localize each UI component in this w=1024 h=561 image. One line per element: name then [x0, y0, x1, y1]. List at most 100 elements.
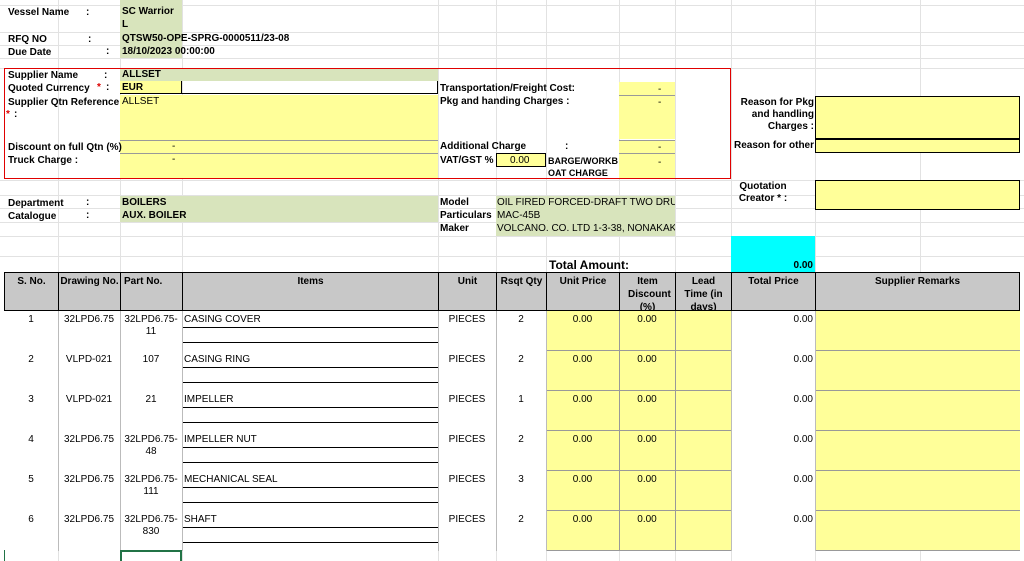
row-drawing-no: 32LPD6.75 [63, 314, 115, 325]
rfq-value[interactable]: QTSW50-OPE-SPRG-0000511/23-08 [122, 33, 289, 45]
reason-other-label: Reason for other [734, 140, 815, 151]
lead-time-field[interactable] [675, 391, 731, 431]
quotation-creator-label: Quotation Creator * : [738, 181, 788, 204]
header-total-price: Total Price [731, 272, 816, 311]
model-label: Model [440, 197, 469, 208]
row-part-no-line2: 830 [142, 526, 160, 537]
header-supplier-remarks: Supplier Remarks [815, 272, 1020, 311]
table-row: 2 VLPD-021 107 CASING RING PIECES 2 0.00 0.00 0.… [4, 351, 1020, 391]
department-colon: : [86, 197, 90, 208]
lead-time-field[interactable] [675, 311, 731, 351]
total-amount-value: 0.00 [793, 260, 813, 271]
row-qty: 2 [518, 514, 524, 525]
item-line-2 [182, 448, 438, 463]
reason-pkg-field[interactable] [815, 96, 1020, 139]
column-divider [182, 351, 183, 391]
item-line-2 [182, 488, 438, 503]
row-item-discount[interactable]: 0.00 [619, 514, 675, 526]
column-divider [815, 431, 816, 471]
item-line-2 [182, 408, 438, 423]
row-unit-price[interactable]: 0.00 [546, 474, 619, 486]
supplier-remarks-field[interactable] [815, 351, 1020, 391]
table-row: 6 32LPD6.75 32LPD6.75- 830 SHAFT PIECES 2 0.00 0… [4, 511, 1020, 551]
row-total-price: 0.00 [793, 354, 813, 365]
table-row: 5 32LPD6.75 32LPD6.75- 111 MECHANICAL SEAL PI… [4, 471, 1020, 511]
item-line-2 [182, 368, 438, 383]
row-unit-price[interactable]: 0.00 [546, 354, 619, 366]
row-unit: PIECES [448, 474, 486, 485]
due-date-colon: : [106, 46, 110, 57]
column-divider [182, 391, 183, 431]
row-item-discount[interactable]: 0.00 [619, 434, 675, 446]
row-marker [4, 550, 5, 561]
row-sno: 4 [28, 434, 34, 445]
row-part-no: 32LPD6.75- [124, 474, 178, 485]
catalogue-value[interactable]: AUX. BOILER [122, 210, 186, 222]
column-divider [815, 511, 816, 551]
column-divider [815, 391, 816, 431]
vessel-colon: : [86, 7, 90, 18]
catalogue-label: Catalogue [8, 211, 57, 222]
supplier-remarks-field[interactable] [815, 431, 1020, 471]
row-drawing-no: 32LPD6.75 [63, 474, 115, 485]
row-part-no: 32LPD6.75- [124, 434, 178, 445]
row-item-discount[interactable]: 0.00 [619, 394, 675, 406]
table-row: 3 VLPD-021 21 IMPELLER PIECES 1 0.00 0.00 0.00 [4, 391, 1020, 431]
maker-label: Maker [440, 223, 469, 234]
row-sno: 3 [28, 394, 34, 405]
supplier-section-frame [4, 68, 731, 179]
lead-time-field[interactable] [675, 431, 731, 471]
particulars-value[interactable]: MAC-45B [497, 210, 540, 222]
quotation-creator-field[interactable] [815, 180, 1020, 210]
column-divider [182, 311, 183, 351]
header-unit: Unit [438, 272, 497, 311]
header-items: Items [182, 272, 439, 311]
row-unit-price[interactable]: 0.00 [546, 434, 619, 446]
selected-cell[interactable] [120, 550, 182, 561]
row-item-name: IMPELLER [184, 394, 234, 405]
rfq-colon: : [88, 34, 92, 45]
row-unit: PIECES [448, 514, 486, 525]
row-item-discount[interactable]: 0.00 [619, 314, 675, 326]
column-divider [815, 471, 816, 511]
supplier-remarks-field[interactable] [815, 311, 1020, 351]
header-unit-price: Unit Price [546, 272, 620, 311]
due-date-value[interactable]: 18/10/2023 00:00:00 [122, 46, 215, 58]
row-item-name: IMPELLER NUT [184, 434, 257, 445]
row-item-name: CASING RING [184, 354, 251, 365]
item-line-2 [182, 528, 438, 543]
vessel-value-line2: L [122, 19, 129, 30]
department-value[interactable]: BOILERS [122, 197, 166, 209]
column-divider [182, 471, 183, 511]
header-rsqt-qty: Rsqt Qty [496, 272, 547, 311]
lead-time-field[interactable] [675, 471, 731, 511]
row-sno: 1 [28, 314, 34, 325]
row-item-discount[interactable]: 0.00 [619, 354, 675, 366]
row-part-no: 32LPD6.75- [124, 314, 178, 325]
reason-other-field[interactable] [815, 139, 1020, 153]
row-unit-price[interactable]: 0.00 [546, 394, 619, 406]
model-value[interactable]: OIL FIRED FORCED-DRAFT TWO DRU [497, 197, 675, 209]
row-qty: 2 [518, 354, 524, 365]
header-lead-time: Lead Time (in days) [675, 272, 732, 311]
row-part-no: 32LPD6.75- [124, 514, 178, 525]
supplier-remarks-field[interactable] [815, 391, 1020, 431]
header-part-no: Part No. [120, 272, 183, 311]
row-drawing-no: 32LPD6.75 [63, 434, 115, 445]
row-part-no-line2: 11 [145, 326, 157, 337]
vessel-value[interactable]: SC Warrior [122, 6, 174, 18]
row-sno: 6 [28, 514, 34, 525]
supplier-remarks-field[interactable] [815, 471, 1020, 511]
maker-value[interactable]: VOLCANO. CO. LTD 1-3-38, NONAKAKI [497, 223, 675, 235]
supplier-remarks-field[interactable] [815, 511, 1020, 551]
row-part-no: 107 [142, 354, 160, 365]
row-item-discount[interactable]: 0.00 [619, 474, 675, 486]
row-unit-price[interactable]: 0.00 [546, 314, 619, 326]
row-drawing-no: 32LPD6.75 [63, 514, 115, 525]
row-drawing-no: VLPD-021 [65, 354, 113, 365]
row-unit-price[interactable]: 0.00 [546, 514, 619, 526]
row-sno: 2 [28, 354, 34, 365]
lead-time-field[interactable] [675, 511, 731, 551]
row-item-name: MECHANICAL SEAL [184, 474, 278, 485]
lead-time-field[interactable] [675, 351, 731, 391]
